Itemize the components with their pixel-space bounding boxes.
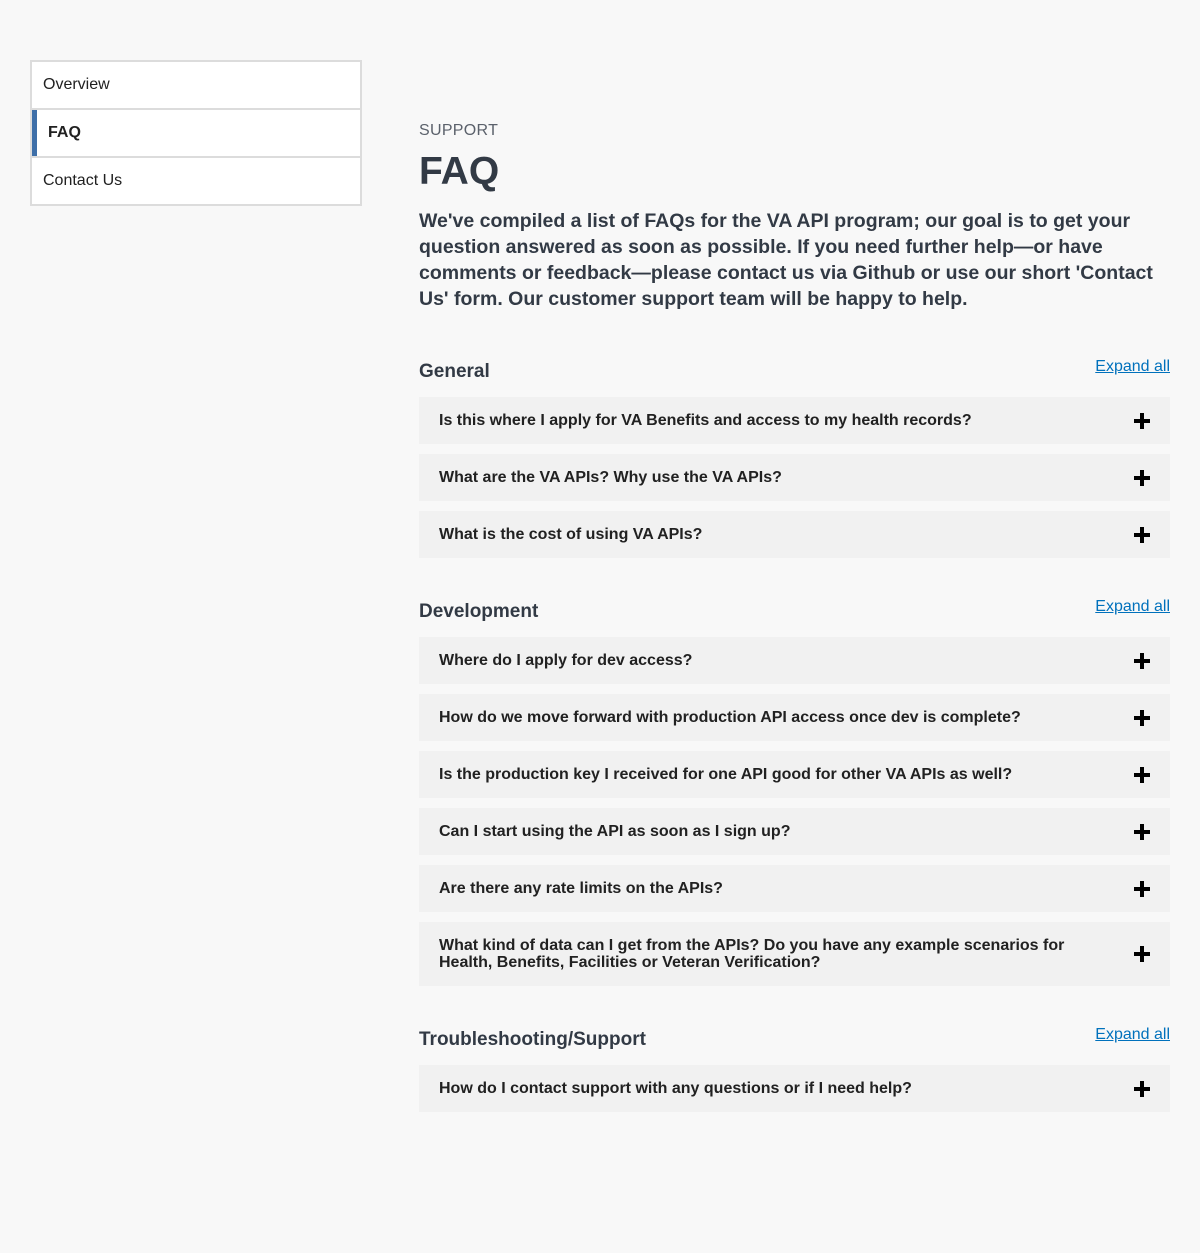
plus-icon: [1134, 823, 1150, 840]
plus-icon: [1134, 469, 1150, 486]
section-title: Development: [419, 601, 539, 622]
faq-section-development: Development Expand all Where do I apply …: [419, 592, 1170, 986]
plus-icon: [1134, 880, 1150, 897]
side-navigation: Overview FAQ Contact Us: [30, 60, 362, 206]
page-eyebrow: SUPPORT: [419, 122, 499, 139]
plus-icon: [1134, 1080, 1150, 1097]
expand-all-link[interactable]: Expand all: [1095, 1024, 1170, 1046]
section-header: Development Expand all: [419, 592, 1170, 624]
accordion-question: What kind of data can I get from the API…: [439, 937, 1065, 971]
accordion-item[interactable]: Where do I apply for dev access?: [419, 637, 1170, 684]
sidenav-item-label: Overview: [43, 76, 110, 93]
accordion-question: What is the cost of using VA APIs?: [439, 526, 703, 543]
accordion-item[interactable]: How do we move forward with production A…: [419, 694, 1170, 741]
accordion-item[interactable]: Is the production key I received for one…: [419, 751, 1170, 798]
accordion-item[interactable]: What are the VA APIs? Why use the VA API…: [419, 454, 1170, 501]
accordion-question: Is this where I apply for VA Benefits an…: [439, 412, 972, 429]
plus-icon: [1134, 766, 1150, 783]
accordion-list: How do I contact support with any questi…: [419, 1065, 1170, 1112]
accordion-item[interactable]: What is the cost of using VA APIs?: [419, 511, 1170, 558]
plus-icon: [1134, 652, 1150, 669]
sidenav-item-faq[interactable]: FAQ: [32, 110, 360, 158]
plus-icon: [1134, 946, 1150, 962]
accordion-question: How do I contact support with any questi…: [439, 1080, 912, 1097]
accordion-list: Where do I apply for dev access? How do …: [419, 637, 1170, 986]
accordion-item[interactable]: How do I contact support with any questi…: [419, 1065, 1170, 1112]
intro-paragraph: We've compiled a list of FAQs for the VA…: [419, 210, 1153, 310]
section-title: Troubleshooting/Support: [419, 1029, 646, 1050]
accordion-question: Can I start using the API as soon as I s…: [439, 823, 791, 840]
sidenav-item-contact-us[interactable]: Contact Us: [32, 158, 360, 204]
accordion-item[interactable]: Is this where I apply for VA Benefits an…: [419, 397, 1170, 444]
accordion-item[interactable]: Can I start using the API as soon as I s…: [419, 808, 1170, 855]
section-header: General Expand all: [419, 352, 1170, 384]
sidenav-item-label: FAQ: [48, 124, 81, 141]
faq-section-troubleshooting: Troubleshooting/Support Expand all How d…: [419, 1020, 1170, 1112]
accordion-question: How do we move forward with production A…: [439, 709, 1021, 726]
section-title: General: [419, 361, 490, 382]
accordion-question: Where do I apply for dev access?: [439, 652, 693, 669]
faq-section-general: General Expand all Is this where I apply…: [419, 352, 1170, 558]
expand-all-link[interactable]: Expand all: [1095, 356, 1170, 378]
section-header: Troubleshooting/Support Expand all: [419, 1020, 1170, 1052]
expand-all-link[interactable]: Expand all: [1095, 596, 1170, 618]
sidenav-item-label: Contact Us: [43, 172, 123, 189]
accordion-question: Is the production key I received for one…: [439, 766, 1013, 783]
page-title: FAQ: [419, 150, 500, 193]
accordion-list: Is this where I apply for VA Benefits an…: [419, 397, 1170, 558]
plus-icon: [1134, 526, 1150, 543]
accordion-question: What are the VA APIs? Why use the VA API…: [439, 469, 782, 486]
plus-icon: [1134, 412, 1150, 429]
sidenav-item-overview[interactable]: Overview: [32, 62, 360, 110]
accordion-item[interactable]: What kind of data can I get from the API…: [419, 922, 1170, 986]
plus-icon: [1134, 709, 1150, 726]
accordion-question: Are there any rate limits on the APIs?: [439, 880, 723, 897]
main-content: SUPPORT FAQ We've compiled a list of FAQ…: [419, 120, 1170, 1122]
accordion-item[interactable]: Are there any rate limits on the APIs?: [419, 865, 1170, 912]
